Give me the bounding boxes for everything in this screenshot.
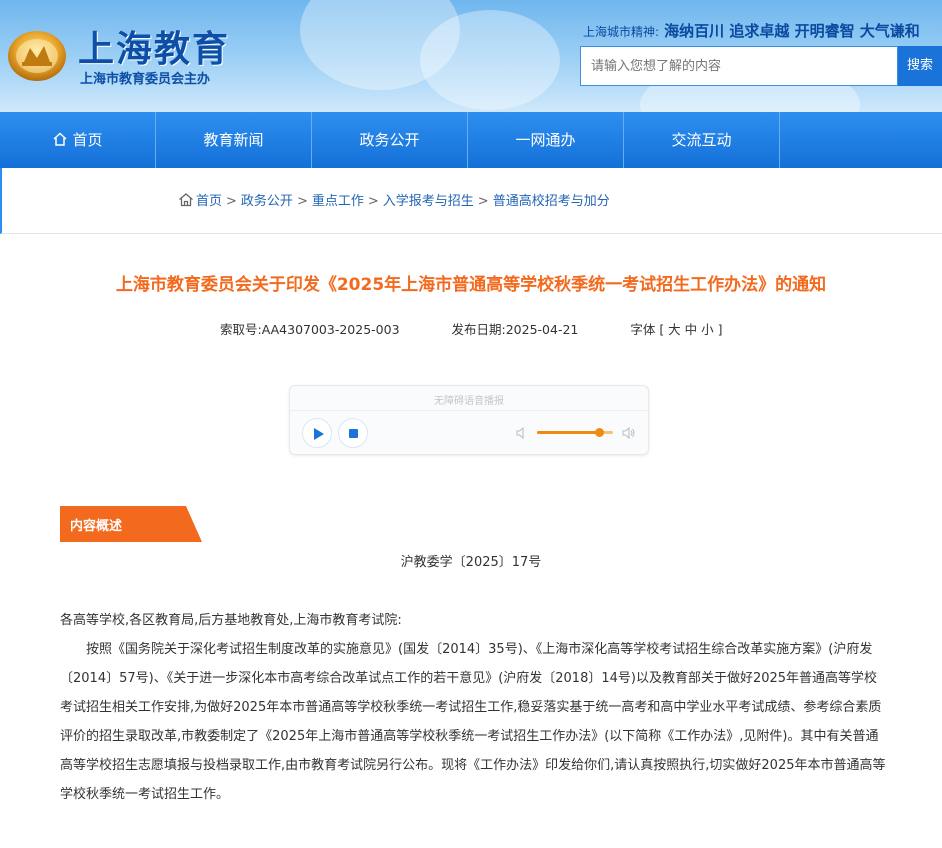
document-paragraph: 按照《国务院关于深化考试招生制度改革的实施意见》(国发〔2014〕35号)、《上…	[60, 642, 886, 802]
volume-slider[interactable]	[537, 428, 613, 437]
index-number: 索取号:AA4307003-2025-003	[220, 322, 400, 337]
nav-item-label: 首页	[72, 131, 103, 149]
site-title[interactable]: 上海教育	[78, 20, 230, 72]
nav-item-government-affairs[interactable]: 政务公开	[312, 112, 468, 168]
decor-petal	[420, 10, 560, 110]
site-subtitle: 上海市教育委员会主办	[80, 72, 211, 87]
shanghai-education-logo-icon[interactable]	[6, 22, 68, 84]
home-icon	[179, 193, 193, 207]
breadcrumb-college-admission[interactable]: 普通高校招考与加分	[493, 194, 610, 209]
nav-item-label: 交流互动	[671, 131, 732, 149]
nav-item-label: 政务公开	[359, 131, 420, 149]
breadcrumb-government-affairs[interactable]: 政务公开	[241, 194, 293, 209]
audio-player: 无障碍语音播报	[289, 385, 649, 455]
breadcrumb-separator: >	[477, 194, 489, 209]
breadcrumb-key-work[interactable]: 重点工作	[312, 194, 364, 209]
nav-item-interaction[interactable]: 交流互动	[624, 112, 780, 168]
stop-button[interactable]	[338, 418, 368, 448]
breadcrumb-separator: >	[226, 194, 237, 209]
font-size-switcher[interactable]: 字体 [ 大 中 小 ]	[630, 322, 722, 337]
volume-slider-fill	[537, 431, 600, 434]
document-salutation: 各高等学校,各区教育局,后方基地教育处,上海市教育考试院:	[60, 613, 402, 628]
content-summary-tag: 内容概述	[60, 506, 202, 542]
volume-low-icon[interactable]	[516, 427, 528, 439]
publish-date: 发布日期:2025-04-21	[451, 322, 579, 337]
search-input[interactable]	[580, 46, 898, 86]
breadcrumb-admission[interactable]: 入学报考与招生	[383, 194, 474, 209]
nav-item-label: 教育新闻	[203, 131, 264, 149]
search-button[interactable]: 搜索	[898, 46, 942, 86]
breadcrumb: 首页 > 政务公开 > 重点工作 > 入学报考与招生 > 普通高校招考与加分	[178, 190, 610, 209]
city-spirit-value: 海纳百川 追求卓越 开明睿智 大气谦和	[664, 22, 920, 40]
nav-item-education-news[interactable]: 教育新闻	[156, 112, 312, 168]
content-summary-label: 内容概述	[70, 519, 123, 534]
volume-slider-knob[interactable]	[595, 428, 605, 437]
article-meta: 索取号:AA4307003-2025-003 发布日期:2025-04-21 字…	[220, 319, 722, 338]
nav-item-home[interactable]: 首页	[0, 112, 156, 168]
document-body: 各高等学校,各区教育局,后方基地教育处,上海市教育考试院: 按照《国务院关于深化…	[60, 606, 890, 809]
site-header: 上海教育 上海市教育委员会主办 上海城市精神: 海纳百川 追求卓越 开明睿智 大…	[0, 0, 942, 112]
article-title: 上海市教育委员会关于印发《2025年上海市普通高等学校秋季统一考试招生工作办法》…	[115, 275, 827, 295]
city-spirit-label: 上海城市精神:	[583, 25, 660, 39]
player-caption: 无障碍语音播报	[434, 396, 504, 407]
breadcrumb-bar: 首页 > 政务公开 > 重点工作 > 入学报考与招生 > 普通高校招考与加分	[0, 168, 942, 234]
city-spirit: 上海城市精神: 海纳百川 追求卓越 开明睿智 大气谦和	[583, 20, 920, 41]
nav-item-one-stop-service[interactable]: 一网通办	[468, 112, 624, 168]
volume-high-icon[interactable]	[622, 426, 636, 440]
breadcrumb-separator: >	[296, 194, 308, 209]
player-divider	[290, 410, 648, 411]
document-number: 沪教委学〔2025〕17号	[400, 555, 542, 570]
main-nav: 首页 教育新闻 政务公开 一网通办 交流互动	[0, 112, 942, 168]
play-button[interactable]	[302, 418, 332, 448]
nav-item-label: 一网通办	[515, 131, 576, 149]
breadcrumb-separator: >	[367, 194, 379, 209]
breadcrumb-home[interactable]: 首页	[196, 194, 222, 209]
home-icon	[53, 132, 67, 146]
